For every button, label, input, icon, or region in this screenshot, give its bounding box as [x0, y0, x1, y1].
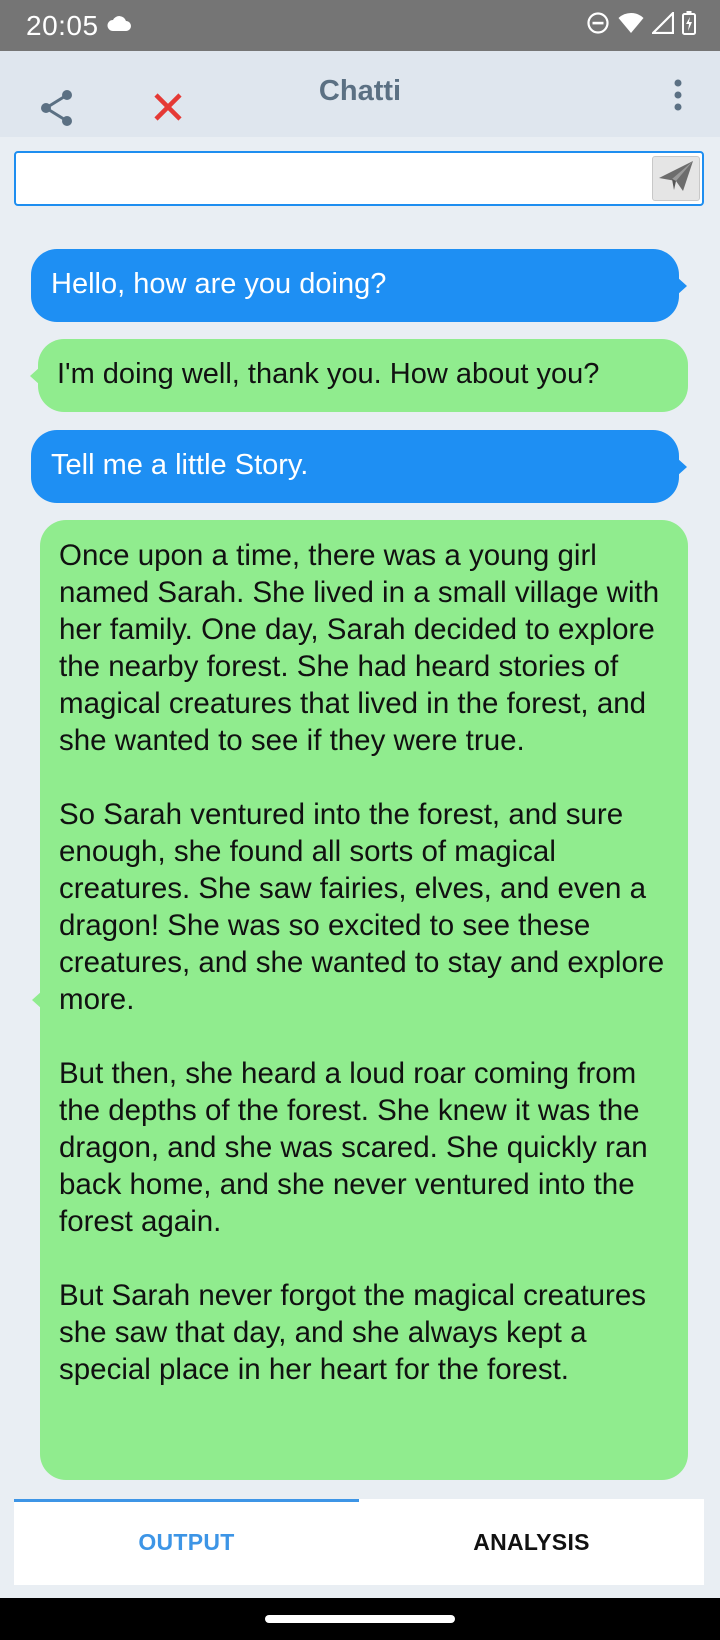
message-input-box — [14, 151, 704, 206]
message-assistant: I'm doing well, thank you. How about you… — [30, 339, 688, 412]
more-vert-icon[interactable] — [668, 79, 688, 116]
send-icon — [657, 159, 695, 198]
signal-icon — [652, 12, 674, 34]
message-input[interactable] — [24, 159, 648, 201]
send-button[interactable] — [652, 156, 700, 201]
do-not-disturb-icon — [586, 11, 610, 35]
tab-analysis[interactable]: ANALYSIS — [359, 1499, 704, 1585]
navigation-bar — [0, 1598, 720, 1640]
message-user: Hello, how are you doing? — [31, 249, 687, 322]
tab-output[interactable]: OUTPUT — [14, 1499, 359, 1585]
message-assistant: Once upon a time, there was a young girl… — [32, 520, 688, 1480]
app-bar: Chatti — [0, 51, 720, 137]
wifi-icon — [618, 12, 644, 34]
bottom-tabs: OUTPUT ANALYSIS — [14, 1499, 704, 1585]
status-time: 20:05 — [26, 10, 99, 41]
home-gesture-handle[interactable] — [265, 1615, 455, 1623]
message-user: Tell me a little Story. — [31, 430, 687, 503]
status-bar: 20:05 — [0, 0, 720, 51]
cloud-icon — [106, 14, 132, 37]
battery-icon — [682, 11, 696, 35]
app-title: Chatti — [318, 75, 402, 107]
